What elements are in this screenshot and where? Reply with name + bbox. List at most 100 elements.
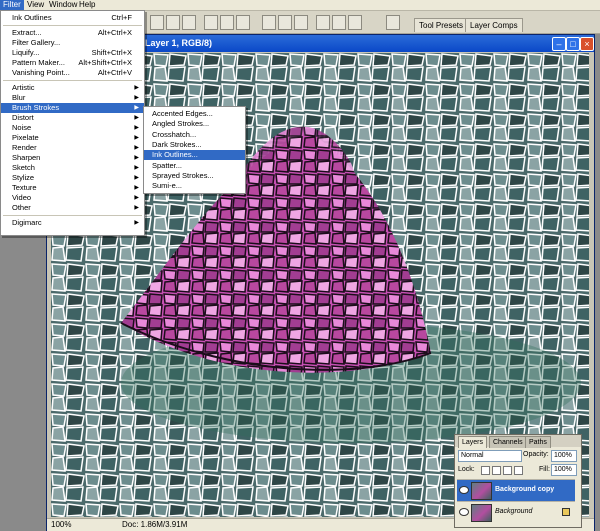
filter-menu-item[interactable]: Ink Outlines Ctrl+F	[1, 13, 144, 23]
brush-strokes-submenu: Accented Edges... Angled Strokes... Crossh…	[143, 106, 246, 194]
align-left-icon[interactable]	[204, 15, 218, 30]
tab-paths[interactable]: Paths	[525, 436, 551, 448]
menu-item-shortcut: Alt+Ctrl+X	[97, 28, 132, 37]
fill-label: Fill:	[539, 466, 550, 473]
brush-strokes-menu-item[interactable]: Angled Strokes...	[144, 119, 245, 129]
filter-menu-item[interactable]: Render ▶	[1, 143, 144, 153]
submenu-arrow-icon: ▶	[134, 155, 139, 161]
align-bottom-icon[interactable]	[182, 15, 196, 30]
menu-item-label: Spatter...	[152, 160, 183, 170]
lock-image-icon[interactable]	[492, 466, 501, 475]
menu-help[interactable]: Help	[76, 0, 98, 10]
document-title: Layer 1, RGB/8)	[145, 38, 213, 48]
filter-menu-item[interactable]: Texture ▶	[1, 183, 144, 193]
filter-menu-item[interactable]: Pattern Maker... Alt+Shift+Ctrl+X	[1, 58, 144, 68]
layer-name: Background copy	[495, 486, 555, 493]
lock-position-icon[interactable]	[503, 466, 512, 475]
palette-well-icon[interactable]	[386, 15, 400, 30]
menu-item-label: Other	[12, 203, 31, 212]
layer-thumbnail	[471, 504, 492, 522]
align-vcenter-icon[interactable]	[166, 15, 180, 30]
distribute-right-icon[interactable]	[348, 15, 362, 30]
filter-menu-item[interactable]: Extract... Alt+Ctrl+X	[1, 28, 144, 38]
filter-menu-item[interactable]: Video ▶	[1, 193, 144, 203]
menu-separator	[3, 80, 142, 81]
maximize-icon[interactable]: □	[566, 37, 580, 51]
menu-item-label: Digimarc	[12, 218, 42, 227]
align-top-icon[interactable]	[150, 15, 164, 30]
tab-layer-comps[interactable]: Layer Comps	[465, 18, 523, 32]
zoom-level[interactable]: 100%	[51, 520, 71, 529]
menu-item-label: Distort	[12, 113, 34, 122]
menu-item-label: Extract...	[12, 28, 42, 37]
menu-item-label: Render	[12, 143, 37, 152]
layers-panel-tabs: Layers Channels Paths	[455, 435, 581, 448]
filter-menu-item[interactable]: Distort ▶	[1, 113, 144, 123]
submenu-arrow-icon: ▶	[134, 175, 139, 181]
close-icon[interactable]: ×	[580, 37, 594, 51]
brush-strokes-menu-item[interactable]: Accented Edges...	[144, 109, 245, 119]
tab-tool-presets[interactable]: Tool Presets	[414, 18, 469, 32]
filter-menu-item[interactable]: Sharpen ▶	[1, 153, 144, 163]
filter-menu-item[interactable]: Blur ▶	[1, 93, 144, 103]
filter-menu-item[interactable]: Other ▶	[1, 203, 144, 213]
menu-item-label: Crosshatch...	[152, 129, 197, 139]
lock-label: Lock:	[458, 466, 475, 473]
filter-menu-item[interactable]: Brush Strokes ▶	[1, 103, 144, 113]
brush-strokes-menu-item[interactable]: Sumi-e...	[144, 181, 245, 191]
lock-icon	[562, 508, 570, 516]
lock-all-icon[interactable]	[514, 466, 523, 475]
layer-row-background-copy[interactable]: Background copy	[457, 479, 575, 501]
distribute-top-icon[interactable]	[262, 15, 276, 30]
submenu-arrow-icon: ▶	[134, 195, 139, 201]
filter-menu-item[interactable]: Digimarc ▶	[1, 218, 144, 228]
brush-strokes-menu-item[interactable]: Ink Outlines...	[144, 150, 245, 161]
opacity-input[interactable]: 100%	[551, 450, 577, 462]
eye-icon[interactable]	[459, 486, 469, 494]
filter-menu-item[interactable]: Sketch ▶	[1, 163, 144, 173]
minimize-icon[interactable]: –	[552, 37, 566, 51]
menu-item-label: Blur	[12, 93, 26, 102]
filter-menu-item[interactable]: Pixelate ▶	[1, 133, 144, 143]
submenu-arrow-icon: ▶	[134, 115, 139, 121]
brush-strokes-menu-item[interactable]: Dark Strokes...	[144, 140, 245, 150]
menu-item-label: Sprayed Strokes...	[152, 170, 214, 180]
lock-transparent-icon[interactable]	[481, 466, 490, 475]
menu-item-label: Artistic	[12, 83, 35, 92]
filter-menu-item[interactable]: Liquify... Shift+Ctrl+X	[1, 48, 144, 58]
distribute-bottom-icon[interactable]	[294, 15, 308, 30]
filter-menu-item[interactable]: Filter Gallery...	[1, 38, 144, 48]
tab-channels[interactable]: Channels	[489, 436, 527, 448]
submenu-arrow-icon: ▶	[134, 135, 139, 141]
layer-name: Background	[495, 508, 533, 515]
filter-menu-item[interactable]: Stylize ▶	[1, 173, 144, 183]
distribute-left-icon[interactable]	[316, 15, 330, 30]
filter-menu-item[interactable]: Artistic ▶	[1, 83, 144, 93]
menu-filter[interactable]: Filter	[0, 0, 24, 10]
filter-menu-item[interactable]: Vanishing Point... Alt+Ctrl+V	[1, 68, 144, 78]
fill-input[interactable]: 100%	[551, 464, 577, 476]
blend-mode-select[interactable]: Normal	[458, 450, 522, 462]
menu-item-shortcut: Ctrl+F	[111, 13, 132, 22]
layer-row-background[interactable]: Background	[457, 501, 575, 523]
document-size[interactable]: Doc: 1.86M/3.91M	[122, 520, 187, 529]
brush-strokes-menu-item[interactable]: Crosshatch...	[144, 130, 245, 140]
layer-thumbnail	[471, 482, 492, 500]
submenu-arrow-icon: ▶	[134, 165, 139, 171]
brush-strokes-menu-item[interactable]: Sprayed Strokes...	[144, 171, 245, 181]
align-hcenter-icon[interactable]	[220, 15, 234, 30]
brush-strokes-menu-item[interactable]: Spatter...	[144, 161, 245, 171]
menu-item-label: Accented Edges...	[152, 109, 213, 118]
menu-item-label: Video	[12, 193, 32, 202]
menu-view[interactable]: View	[24, 0, 47, 10]
menu-item-label: Pattern Maker...	[12, 58, 65, 67]
align-right-icon[interactable]	[236, 15, 250, 30]
distribute-hcenter-icon[interactable]	[332, 15, 346, 30]
filter-menu-item[interactable]: Noise ▶	[1, 123, 144, 133]
distribute-vcenter-icon[interactable]	[278, 15, 292, 30]
menu-item-label: Noise	[12, 123, 32, 132]
menu-item-label: Pixelate	[12, 133, 39, 142]
tab-layers[interactable]: Layers	[458, 436, 488, 448]
menu-item-label: Vanishing Point...	[12, 68, 70, 77]
eye-icon[interactable]	[459, 508, 469, 516]
